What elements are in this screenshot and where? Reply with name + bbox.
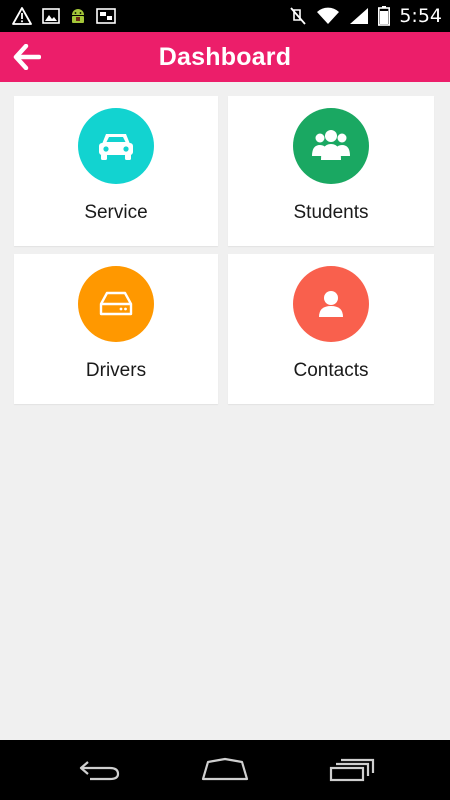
recents-icon — [329, 758, 375, 782]
screenshot-icon — [96, 8, 116, 24]
dashboard-grid: Service Students Drivers Contacts — [14, 96, 434, 404]
wifi-icon — [316, 7, 340, 25]
navigation-bar — [0, 740, 450, 800]
back-button[interactable] — [10, 41, 44, 73]
status-clock: 5:54 — [399, 5, 442, 27]
page-title: Dashboard — [158, 42, 292, 71]
tile-label: Drivers — [85, 360, 147, 381]
tile-icon-circle — [78, 266, 154, 342]
nav-recents-button[interactable] — [322, 750, 382, 790]
car-icon — [99, 134, 133, 160]
battery-icon — [378, 6, 391, 26]
person-icon — [319, 291, 343, 317]
home-icon — [201, 757, 249, 781]
tile-label: Service — [84, 202, 148, 223]
tile-label: Contacts — [293, 360, 369, 381]
nav-home-button[interactable] — [195, 750, 255, 790]
tile-students[interactable]: Students — [228, 96, 434, 246]
app-bar: Dashboard — [0, 32, 450, 82]
notification-icons — [12, 0, 126, 32]
hard-drive-icon — [99, 291, 133, 316]
android-debug-icon — [70, 7, 86, 25]
nav-back-button[interactable] — [70, 750, 130, 790]
warning-icon — [12, 7, 32, 25]
arrow-left-icon — [13, 44, 41, 70]
tile-icon-circle — [293, 108, 369, 184]
tile-label: Students — [293, 202, 369, 223]
tile-service[interactable]: Service — [14, 96, 218, 246]
image-icon — [42, 8, 60, 24]
group-icon — [312, 130, 350, 160]
tile-icon-circle — [78, 108, 154, 184]
tile-icon-circle — [293, 266, 369, 342]
tile-contacts[interactable]: Contacts — [228, 254, 434, 404]
back-icon — [79, 761, 120, 781]
tile-drivers[interactable]: Drivers — [14, 254, 218, 404]
system-icons: 5:54 — [280, 0, 442, 32]
status-bar: 5:54 — [0, 0, 450, 32]
mute-icon — [289, 6, 307, 26]
screen: 5:54 Dashboard Service Students Drivers … — [0, 0, 450, 800]
signal-icon — [349, 7, 369, 25]
